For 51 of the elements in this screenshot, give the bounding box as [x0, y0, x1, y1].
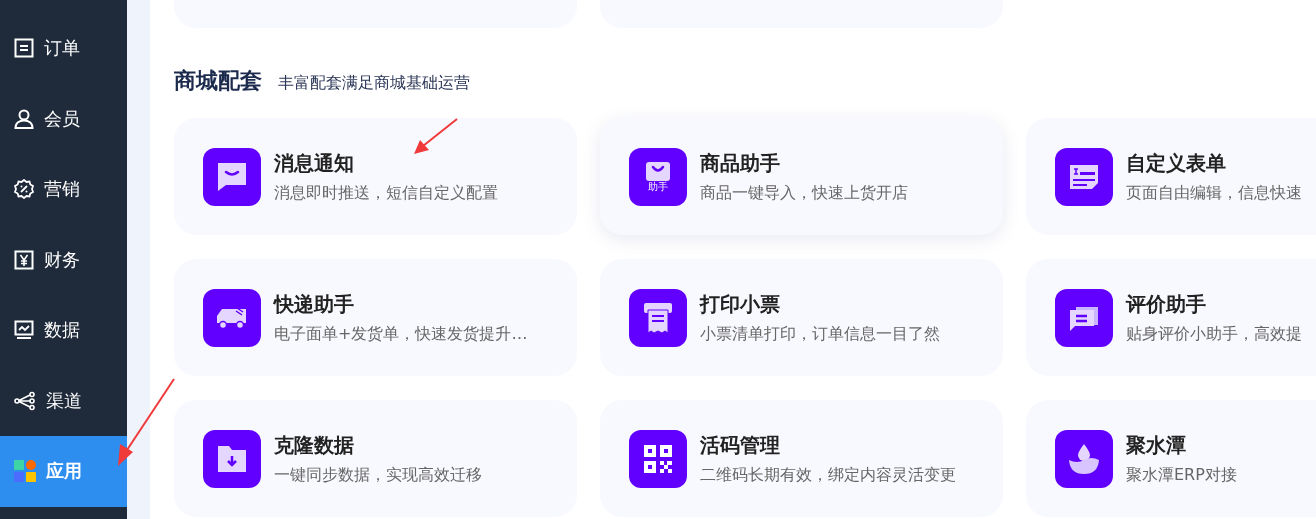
app-card[interactable]: 消息通知 消息即时推送，短信自定义配置: [174, 118, 577, 235]
app-card[interactable]: 打印小票 小票清单打印，订单信息一目了然: [600, 259, 1003, 376]
card-title: 聚水潭: [1126, 431, 1187, 459]
card-description: 商品一键导入，快速上货开店: [700, 182, 908, 204]
section-title: 商城配套: [174, 67, 262, 95]
card-description: 贴身评价小助手，高效提: [1126, 323, 1302, 345]
card-title: 打印小票: [700, 290, 781, 318]
yen-icon: [14, 249, 34, 270]
sidebar-item[interactable]: 订单: [0, 13, 127, 84]
card-description: 二维码长期有效，绑定内容灵活变更: [700, 464, 956, 486]
app-card[interactable]: 聚水潭 聚水潭ERP对接: [1026, 400, 1316, 517]
section-subtitle: 丰富配套满足商城基础运营: [278, 73, 470, 94]
card-title: 活码管理: [700, 431, 781, 459]
monitor-chart-icon: [14, 320, 34, 341]
card-title: 消息通知: [274, 149, 355, 177]
qr-code-icon: [643, 443, 673, 474]
card-description: 页面自由编辑，信息快速: [1126, 182, 1302, 204]
card-description: 电子面单+发货单，快速发货提升…: [274, 323, 528, 345]
sidebar-item[interactable]: 财务: [0, 224, 127, 295]
arrow-annotation: [413, 118, 458, 155]
receipt-printer-icon: [643, 301, 673, 334]
card-description: 消息即时推送，短信自定义配置: [274, 182, 498, 204]
user-icon: [14, 108, 34, 129]
card-title: 评价助手: [1126, 290, 1207, 318]
card-description: 一键同步数据，实现高效迁移: [274, 464, 482, 486]
discount-badge-icon: [14, 179, 34, 200]
water-drop-icon: [1068, 442, 1100, 475]
document-icon: [14, 38, 34, 59]
shopping-bag-icon: [645, 161, 671, 181]
card-description: 聚水潭ERP对接: [1126, 464, 1237, 486]
chat-bubble-icon: [217, 161, 247, 192]
app-card[interactable]: 评价助手 贴身评价小助手，高效提: [1026, 259, 1316, 376]
sidebar-item[interactable]: 营销: [0, 154, 127, 225]
app-card[interactable]: 自定义表单 页面自由编辑，信息快速: [1026, 118, 1316, 235]
app-card[interactable]: 克隆数据 一键同步数据，实现高效迁移: [174, 400, 577, 517]
card-title: 自定义表单: [1126, 149, 1227, 177]
card-title: 快递助手: [274, 290, 355, 318]
sidebar-item[interactable]: 会员: [0, 83, 127, 154]
apps-icon: [14, 460, 36, 483]
card-description: 小票清单打印，订单信息一目了然: [700, 323, 940, 345]
card-title: 商品助手: [700, 149, 781, 177]
sidebar-item[interactable]: 数据: [0, 295, 127, 366]
form-icon: [1069, 162, 1099, 191]
app-card[interactable]: 助手 商品助手 商品一键导入，快速上货开店: [600, 118, 1003, 235]
share-icon: [14, 390, 36, 411]
icon-label: 助手: [648, 182, 668, 192]
folder-download-icon: [217, 444, 247, 473]
sidebar-item[interactable]: 渠道: [0, 365, 127, 436]
card-title: 克隆数据: [274, 431, 355, 459]
app-card[interactable]: 活码管理 二维码长期有效，绑定内容灵活变更: [600, 400, 1003, 517]
app-card[interactable]: 快递助手 电子面单+发货单，快速发货提升…: [174, 259, 577, 376]
